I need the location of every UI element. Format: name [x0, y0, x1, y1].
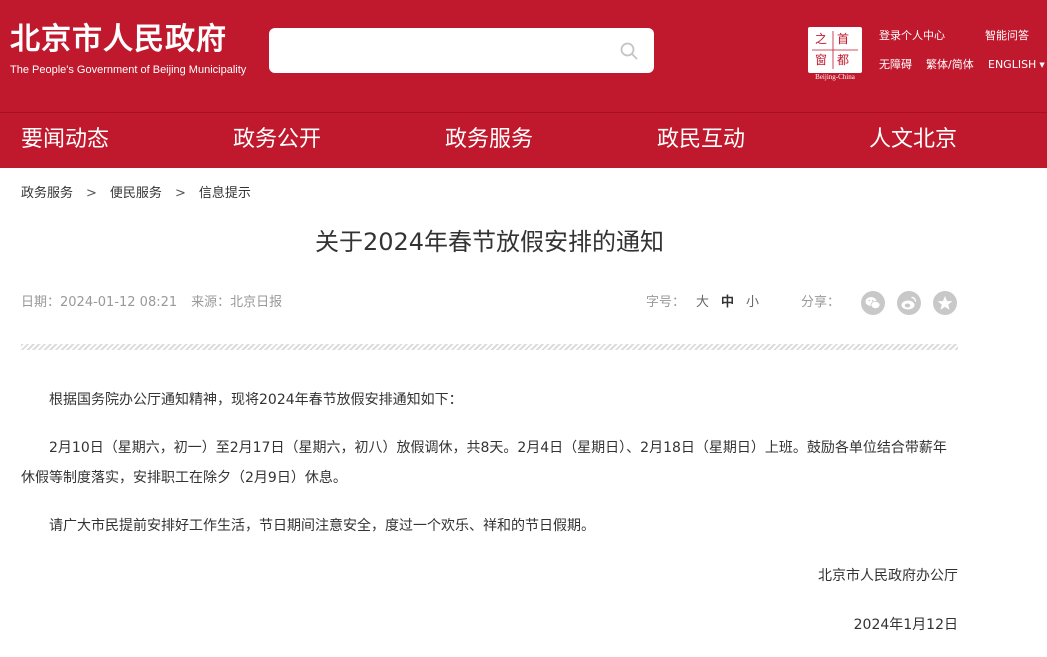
- font-size-medium[interactable]: 中: [721, 295, 734, 311]
- font-size-label: 字号：: [646, 295, 686, 310]
- breadcrumb-item[interactable]: 政务服务: [21, 186, 73, 201]
- article-sign-date: 2024年1月12日: [853, 617, 958, 633]
- nav-item-interaction[interactable]: 政民互动: [657, 126, 745, 154]
- weibo-icon[interactable]: [897, 291, 921, 315]
- english-label: ENGLISH: [988, 58, 1037, 71]
- nav-item-services[interactable]: 政务服务: [445, 126, 533, 154]
- share-label: 分享：: [801, 295, 841, 310]
- seal-border: [812, 31, 858, 69]
- wechat-icon[interactable]: [861, 291, 885, 315]
- login-link[interactable]: 登录个人中心: [879, 29, 945, 43]
- capital-window-seal[interactable]: 首 都 之 窗 Beijing-China: [808, 27, 862, 83]
- nav-item-culture[interactable]: 人文北京: [869, 126, 957, 154]
- favorite-icon[interactable]: [933, 291, 957, 315]
- site-logo-title[interactable]: 北京市人民政府: [10, 22, 227, 58]
- breadcrumb-separator: >: [174, 186, 186, 201]
- font-size-small[interactable]: 小: [746, 295, 759, 311]
- article-title: 关于2024年春节放假安排的通知: [314, 228, 665, 256]
- search-box: [269, 28, 654, 73]
- breadcrumb-item[interactable]: 便民服务: [110, 186, 162, 201]
- site-header: 北京市人民政府 The People's Government of Beiji…: [0, 0, 1047, 112]
- article-signature: 北京市人民政府办公厅: [818, 568, 958, 584]
- font-size-large[interactable]: 大: [696, 295, 709, 311]
- chevron-down-icon: ▼: [1039, 61, 1045, 69]
- breadcrumb-separator: >: [86, 186, 97, 201]
- hatched-divider: [21, 344, 958, 350]
- nav-item-gov-affairs[interactable]: 政务公开: [233, 126, 321, 154]
- accessibility-link[interactable]: 无障碍: [879, 58, 912, 72]
- site-logo-subtitle[interactable]: The People's Government of Beijing Munic…: [10, 64, 246, 76]
- seal-caption: Beijing-China: [815, 73, 855, 81]
- article-paragraph: 2月10日（星期六，初一）至2月17日（星期六，初八）放假调休，共8天。2月4日…: [21, 440, 947, 486]
- seal-box: 首 都 之 窗: [808, 27, 862, 73]
- article-paragraph: 请广大市民提前安排好工作生活，节日期间注意安全，度过一个欢乐、祥和的节日假期。: [49, 518, 595, 534]
- trad-simp-link[interactable]: 繁体/简体: [926, 58, 974, 72]
- breadcrumb: 政务服务 > 便民服务 > 信息提示: [21, 186, 251, 202]
- article-paragraph: 根据国务院办公厅通知精神，现将2024年春节放假安排通知如下：: [49, 392, 463, 408]
- search-input[interactable]: [269, 28, 609, 73]
- english-link[interactable]: ENGLISH ▼: [988, 58, 1045, 72]
- main-nav: 要闻动态 政务公开 政务服务 政民互动 人文北京: [0, 113, 1047, 168]
- nav-item-news[interactable]: 要闻动态: [21, 126, 109, 154]
- smart-qa-link[interactable]: 智能问答: [985, 29, 1029, 43]
- article-source: 来源：北京日报: [191, 295, 283, 310]
- article-meta: 日期：2024-01-12 08:21 来源：北京日报: [21, 295, 296, 311]
- article-date: 日期：2024-01-12 08:21: [21, 295, 178, 310]
- breadcrumb-item[interactable]: 信息提示: [199, 186, 251, 201]
- search-icon[interactable]: [618, 40, 640, 62]
